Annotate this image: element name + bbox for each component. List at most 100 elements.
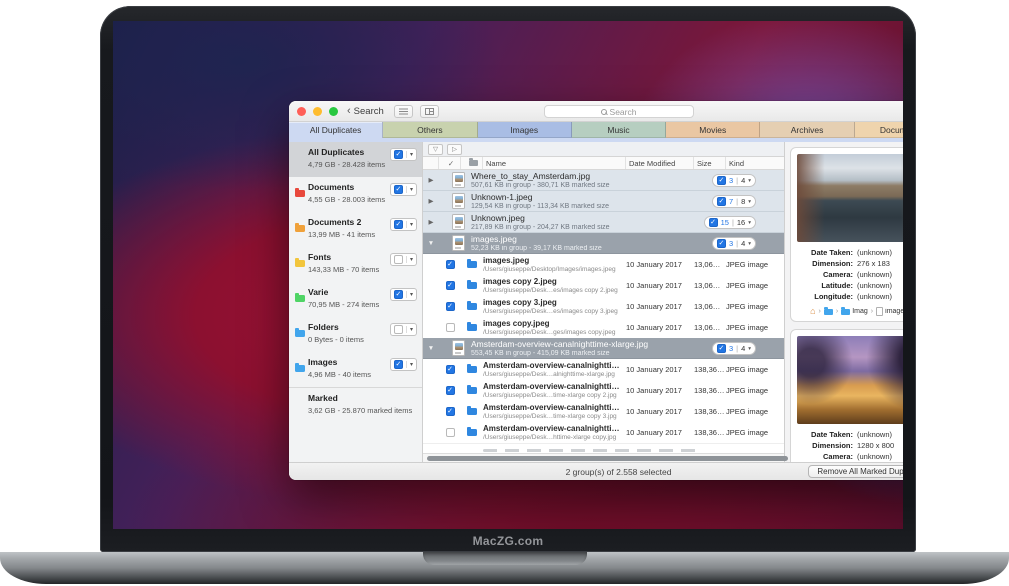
tab-others[interactable]: Others (383, 122, 477, 138)
group-row[interactable]: ▼Amsterdam-overview-canalnighttime-xlarg… (423, 338, 784, 359)
mark-checkbox[interactable] (394, 255, 403, 264)
list-view-button[interactable] (394, 105, 413, 118)
metadata-row: Date Taken:(unknown) (797, 248, 903, 257)
horizontal-scrollbar[interactable] (423, 453, 784, 462)
zoom-button[interactable] (329, 107, 338, 116)
mark-toggle-pill[interactable]: ✓▾ (390, 183, 417, 196)
mark-toggle-pill[interactable]: ✓▾ (390, 148, 417, 161)
tab-music[interactable]: Music (572, 122, 666, 138)
group-mark-checkbox[interactable]: ✓ (709, 218, 718, 227)
tab-all-duplicates[interactable]: All Duplicates (289, 122, 383, 138)
remove-all-marked-button[interactable]: Remove All Marked Duplicates... (808, 465, 903, 478)
group-mark-pill[interactable]: ✓15|16▾ (704, 216, 756, 229)
disclosure-open-icon[interactable]: ▼ (423, 345, 439, 352)
caret-down-icon[interactable]: ▾ (406, 186, 413, 193)
group-mark-pill[interactable]: ✓7|8▾ (712, 195, 756, 208)
minimize-button[interactable] (313, 107, 322, 116)
caret-down-icon[interactable]: ▾ (406, 256, 413, 263)
horizontal-scrollbar-thumb[interactable] (427, 456, 788, 461)
disclosure-closed-icon[interactable]: ▶ (423, 176, 439, 184)
tab-movies[interactable]: Movies (666, 122, 760, 138)
file-mark-checkbox[interactable]: ✓ (446, 281, 455, 290)
group-mark-pill[interactable]: ✓3|4▾ (712, 237, 756, 250)
caret-down-icon[interactable]: ▾ (748, 346, 751, 352)
sidebar-item-marked[interactable]: Marked3,62 GB - 25.870 marked items (289, 387, 422, 422)
file-mark-checkbox[interactable]: ✓ (446, 260, 455, 269)
mark-toggle-pill[interactable]: ▾ (390, 253, 417, 266)
group-row[interactable]: ▶Where_to_stay_Amsterdam.jpg507,61 KB in… (423, 170, 784, 191)
breadcrumb-item[interactable]: images.jpeg (876, 307, 903, 316)
sidebar-item-fonts[interactable]: Fonts143,33 MB - 70 items▾ (289, 247, 422, 282)
mark-checkbox[interactable] (394, 325, 403, 334)
group-row[interactable]: ▶Unknown-1.jpeg129,54 KB in group - 113,… (423, 191, 784, 212)
file-mark-checkbox[interactable]: ✓ (446, 302, 455, 311)
folder-icon (461, 387, 483, 394)
breadcrumb-item[interactable]: ⌂ (810, 307, 815, 316)
mark-checkbox[interactable]: ✓ (394, 150, 403, 159)
mark-checkbox[interactable]: ✓ (394, 290, 403, 299)
group-mark-checkbox[interactable]: ✓ (717, 239, 726, 248)
sidebar-item-all-duplicates[interactable]: All Duplicates4,79 GB - 28.428 items✓▾ (289, 142, 422, 177)
file-mark-checkbox[interactable]: ✓ (446, 365, 455, 374)
file-row[interactable]: ✓images copy 3.jpeg/Users/giuseppe/Desk…… (423, 296, 784, 317)
caret-down-icon[interactable]: ▾ (748, 241, 751, 247)
caret-down-icon[interactable]: ▾ (748, 178, 751, 184)
close-button[interactable] (297, 107, 306, 116)
sidebar-item-images[interactable]: Images4,96 MB - 40 items✓▾ (289, 352, 422, 387)
mark-toggle-pill[interactable]: ▾ (390, 323, 417, 336)
file-row[interactable]: ✓images.jpeg/Users/giuseppe/Desktop/Imag… (423, 254, 784, 275)
header-date-modified[interactable]: Date Modified (626, 157, 694, 169)
file-row[interactable]: images copy.jpeg/Users/giuseppe/Desk…ges… (423, 317, 784, 338)
caret-down-icon[interactable]: ▾ (748, 199, 751, 205)
mark-checkbox[interactable]: ✓ (394, 220, 403, 229)
tab-documents[interactable]: Documents (855, 122, 903, 138)
disclosure-closed-icon[interactable]: ▶ (423, 197, 439, 205)
tab-archives[interactable]: Archives (760, 122, 854, 138)
back-button[interactable]: ‹ Search (347, 105, 384, 117)
caret-down-icon[interactable]: ▾ (406, 151, 413, 158)
caret-down-icon[interactable]: ▾ (406, 326, 413, 333)
tab-images[interactable]: Images (478, 122, 572, 138)
breadcrumb-item[interactable] (824, 309, 833, 315)
sidebar-item-documents-2[interactable]: Documents 213,99 MB - 41 items✓▾ (289, 212, 422, 247)
file-mark-checkbox[interactable]: ✓ (446, 386, 455, 395)
file-row[interactable]: ✓Amsterdam-overview-canalnighttime-x…/Us… (423, 380, 784, 401)
file-mark-checkbox[interactable] (446, 323, 455, 332)
file-row[interactable]: ✓Amsterdam-overview-canalnighttime-x…/Us… (423, 359, 784, 380)
file-row[interactable]: ✓images copy 2.jpeg/Users/giuseppe/Desk…… (423, 275, 784, 296)
file-row[interactable]: Amsterdam-overview-canalnighttime-x…/Use… (423, 422, 784, 443)
file-mark-checkbox[interactable] (446, 428, 455, 437)
disclosure-closed-icon[interactable]: ▶ (423, 218, 439, 226)
header-kind[interactable]: Kind (726, 157, 784, 169)
caret-down-icon[interactable]: ▾ (748, 220, 751, 226)
sidebar-item-varie[interactable]: Varie70,95 MB - 274 items✓▾ (289, 282, 422, 317)
group-row[interactable]: ▶Unknown.jpeg217,89 KB in group - 204,27… (423, 212, 784, 233)
header-check-icon[interactable]: ✓ (439, 157, 461, 169)
file-mark-checkbox[interactable]: ✓ (446, 407, 455, 416)
column-view-button[interactable] (420, 105, 439, 118)
caret-down-icon[interactable]: ▾ (406, 291, 413, 298)
filter-marked-button[interactable]: ▽ (428, 144, 443, 155)
mark-checkbox[interactable]: ✓ (394, 360, 403, 369)
caret-down-icon[interactable]: ▾ (406, 221, 413, 228)
preview-button[interactable]: ▷ (447, 144, 462, 155)
sidebar-item-documents[interactable]: Documents4,55 GB - 28.003 items✓▾ (289, 177, 422, 212)
header-name[interactable]: Name (483, 157, 626, 169)
group-mark-checkbox[interactable]: ✓ (717, 197, 726, 206)
breadcrumb-item[interactable]: Imag (841, 308, 868, 315)
caret-down-icon[interactable]: ▾ (406, 361, 413, 368)
group-mark-checkbox[interactable]: ✓ (717, 344, 726, 353)
sidebar-item-folders[interactable]: Folders0 Bytes - 0 items▾ (289, 317, 422, 352)
group-mark-pill[interactable]: ✓3|4▾ (712, 342, 756, 355)
mark-toggle-pill[interactable]: ✓▾ (390, 288, 417, 301)
group-mark-pill[interactable]: ✓3|4▾ (712, 174, 756, 187)
header-size[interactable]: Size (694, 157, 726, 169)
search-input[interactable]: Search (544, 105, 694, 118)
group-mark-checkbox[interactable]: ✓ (717, 176, 726, 185)
mark-checkbox[interactable]: ✓ (394, 185, 403, 194)
disclosure-open-icon[interactable]: ▼ (423, 240, 439, 247)
mark-toggle-pill[interactable]: ✓▾ (390, 358, 417, 371)
group-row[interactable]: ▼images.jpeg52,23 KB in group - 39,17 KB… (423, 233, 784, 254)
file-row[interactable]: ✓Amsterdam-overview-canalnighttime-x…/Us… (423, 401, 784, 422)
mark-toggle-pill[interactable]: ✓▾ (390, 218, 417, 231)
